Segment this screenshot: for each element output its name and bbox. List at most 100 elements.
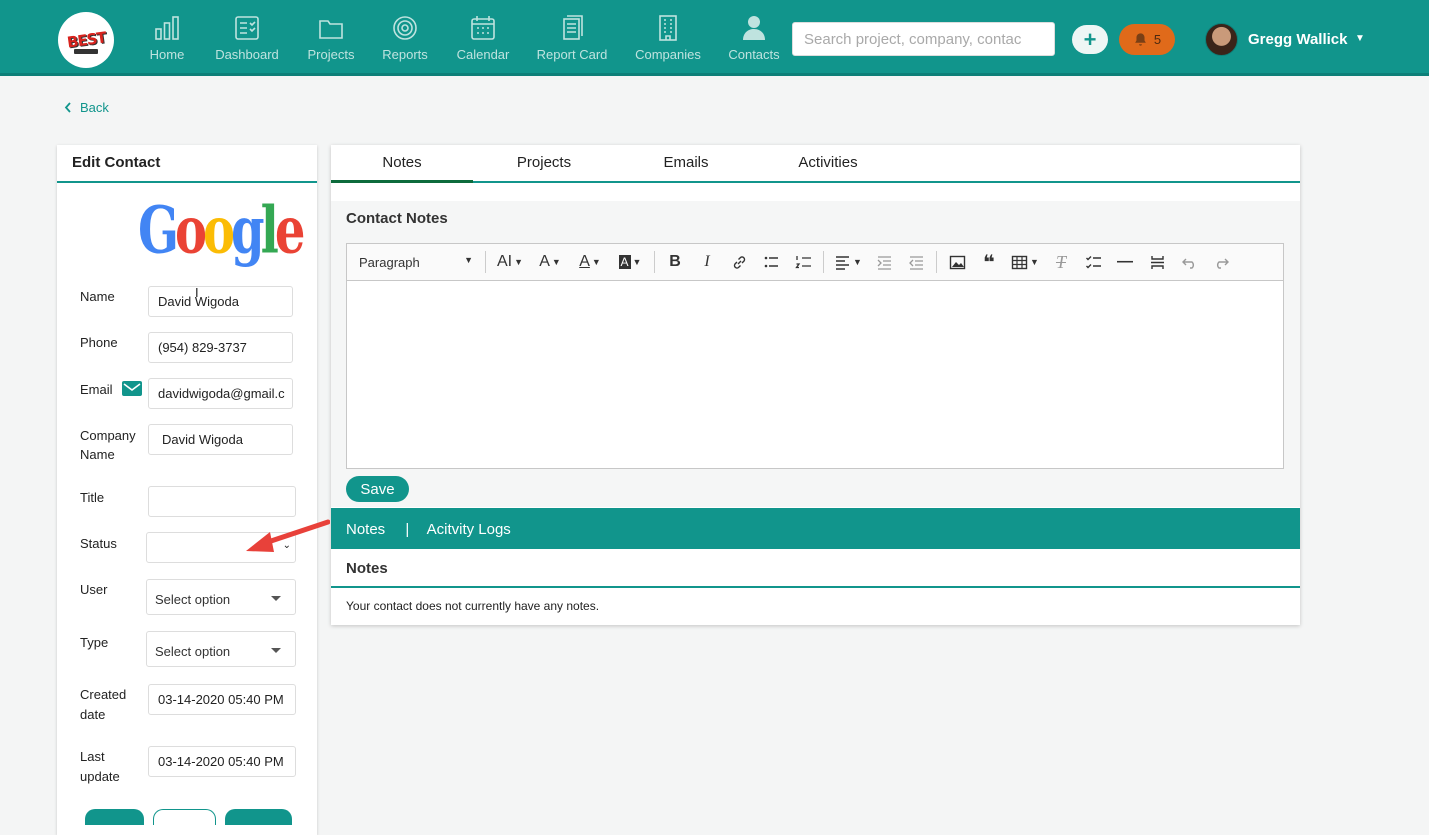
user-name[interactable]: Gregg Wallick	[1248, 31, 1347, 48]
tab-notes[interactable]: Notes	[331, 145, 473, 183]
align-left-icon	[836, 255, 850, 270]
updated-label-line1: Last	[80, 749, 105, 764]
chevron-down-icon: ▼	[464, 254, 473, 265]
nav-companies[interactable]: Companies	[622, 12, 714, 72]
contact-notes-section: Contact Notes Paragraph ▼ AI ▼ A ▼ A ▼ A ▼ B…	[331, 201, 1300, 507]
company-name-field[interactable]: David Wigoda	[148, 424, 293, 455]
bold-icon: B	[669, 253, 681, 270]
link-icon	[733, 255, 745, 269]
add-button[interactable]: +	[1072, 25, 1108, 54]
calendar-icon	[468, 12, 498, 44]
save-button[interactable]: Save	[346, 476, 409, 502]
subtab-activity-logs[interactable]: Acitvity Logs	[427, 521, 511, 538]
clear-format-button[interactable]: T	[1045, 249, 1077, 275]
text-cursor-icon: I	[195, 285, 199, 300]
chevron-down-icon: ▼	[1030, 257, 1039, 267]
created-date-field[interactable]: 03-14-2020 05:40 PM	[148, 684, 296, 715]
title-field[interactable]	[148, 486, 296, 517]
page-break-icon	[1150, 255, 1164, 269]
target-icon	[390, 12, 420, 44]
notifications-button[interactable]: 5	[1119, 24, 1175, 55]
nav-dashboard-label: Dashboard	[215, 47, 279, 62]
chevron-down-icon[interactable]: ▼	[1355, 33, 1365, 44]
font-size-button[interactable]: AI ▼	[490, 249, 530, 275]
nav-dashboard[interactable]: Dashboard	[198, 12, 296, 72]
nav-projects[interactable]: Projects	[296, 12, 366, 72]
tab-projects[interactable]: Projects	[473, 145, 615, 181]
chevron-down-icon: ▼	[514, 257, 524, 267]
tab-activities[interactable]: Activities	[757, 145, 899, 181]
name-field[interactable]: David Wigoda	[148, 286, 293, 317]
subtab-notes[interactable]: Notes	[346, 521, 385, 538]
user-select[interactable]: Select option	[146, 579, 296, 615]
block-quote-button[interactable]: ❝	[973, 249, 1005, 275]
paragraph-label: Paragraph	[359, 254, 420, 270]
bell-icon	[1135, 33, 1146, 46]
nav-calendar[interactable]: Calendar	[444, 12, 522, 72]
font-color-icon: A	[579, 253, 590, 270]
nav-report-card[interactable]: Report Card	[522, 12, 622, 72]
nav-reports[interactable]: Reports	[366, 12, 444, 72]
main-nav: Home Dashboard Projects Reports Calendar	[136, 12, 794, 72]
panel-button-3[interactable]	[225, 809, 292, 825]
email-field[interactable]: davidwigoda@gmail.c	[148, 378, 293, 409]
tab-emails[interactable]: Emails	[615, 145, 757, 181]
insert-image-button[interactable]	[941, 249, 973, 275]
paragraph-dropdown[interactable]: Paragraph ▼	[353, 255, 481, 270]
chevron-left-icon	[64, 102, 71, 113]
logo-letter: e	[274, 193, 305, 269]
bold-button[interactable]: B	[659, 249, 691, 275]
type-select-value: Select option	[155, 644, 231, 659]
panel-button-1[interactable]	[85, 809, 144, 825]
align-button[interactable]: ▼	[828, 249, 868, 275]
todo-list-icon	[1085, 255, 1101, 268]
insert-table-button[interactable]: ▼	[1005, 249, 1045, 275]
italic-button[interactable]: I	[691, 249, 723, 275]
page-break-button[interactable]	[1141, 249, 1173, 275]
nav-calendar-label: Calendar	[456, 47, 510, 62]
toolbar-divider	[654, 251, 655, 273]
last-update-field[interactable]: 03-14-2020 05:40 PM	[148, 746, 296, 777]
company-logo-image: Google	[138, 193, 305, 269]
font-family-button[interactable]: A ▼	[530, 249, 570, 275]
toolbar-divider	[485, 251, 486, 273]
phone-label: Phone	[80, 335, 118, 350]
font-color-button[interactable]: A ▼	[570, 249, 610, 275]
email-label: Email	[80, 382, 113, 397]
chevron-down-icon: ▼	[591, 257, 601, 267]
undo-button[interactable]	[1173, 249, 1205, 275]
company-logo[interactable]: BEST	[58, 12, 114, 68]
panel-button-2[interactable]	[153, 809, 216, 825]
search-input[interactable]	[792, 22, 1055, 56]
logo-bar	[74, 49, 98, 54]
empty-notes-message: Your contact does not currently have any…	[346, 599, 600, 613]
outdent-icon	[908, 255, 923, 270]
nav-home[interactable]: Home	[136, 12, 198, 72]
user-avatar[interactable]	[1205, 23, 1238, 56]
logo-letter: o	[175, 193, 207, 269]
editor-content-area[interactable]	[347, 281, 1283, 467]
phone-field[interactable]: (954) 829-3737	[148, 332, 293, 363]
redo-button[interactable]	[1205, 249, 1237, 275]
indent-button[interactable]	[868, 249, 900, 275]
caret-down-icon	[271, 648, 281, 653]
notification-count: 5	[1153, 32, 1162, 47]
mail-icon[interactable]	[122, 381, 142, 396]
nav-contacts[interactable]: Contacts	[714, 12, 794, 72]
logo-letter: l	[260, 193, 279, 269]
link-button[interactable]	[723, 249, 755, 275]
numbered-list-button[interactable]	[787, 249, 819, 275]
nav-report-card-label: Report Card	[536, 47, 608, 62]
plus-icon: +	[1083, 26, 1097, 52]
bulleted-list-button[interactable]	[755, 249, 787, 275]
outdent-button[interactable]	[900, 249, 932, 275]
horizontal-line-button[interactable]: —	[1109, 249, 1141, 275]
todo-list-button[interactable]	[1077, 249, 1109, 275]
created-label-line2: date	[80, 707, 106, 722]
background-color-icon: A	[618, 255, 631, 269]
back-link[interactable]: Back	[64, 100, 109, 115]
folder-icon	[316, 12, 346, 44]
type-select[interactable]: Select option	[146, 631, 296, 667]
background-color-button[interactable]: A ▼	[610, 249, 650, 275]
notes-subtabs: Notes | Acitvity Logs	[331, 508, 1300, 549]
